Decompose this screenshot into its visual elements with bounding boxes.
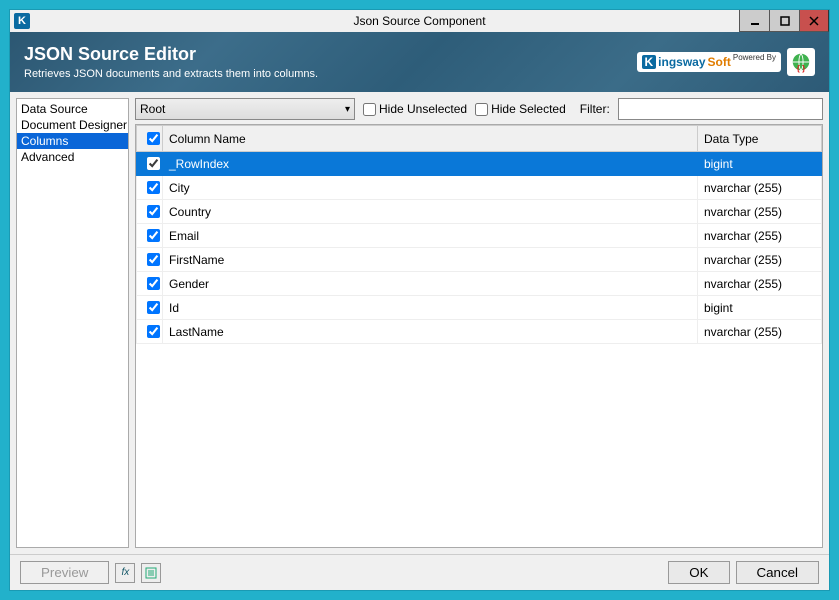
cell-column-name: LastName (163, 320, 698, 344)
header-data-type[interactable]: Data Type (698, 126, 822, 152)
footer: Preview fx OK Cancel (10, 554, 829, 590)
table-row[interactable]: Gendernvarchar (255) (137, 272, 822, 296)
row-checkbox[interactable] (147, 325, 160, 338)
cell-data-type: nvarchar (255) (698, 176, 822, 200)
dialog-window: K Json Source Component JSON Source Edit… (9, 9, 830, 591)
root-select[interactable]: Root ▾ (135, 98, 355, 120)
header-check-cell[interactable] (137, 126, 163, 152)
columns-grid: Column Name Data Type _RowIndexbigintCit… (135, 124, 823, 548)
page-subtitle: Retrieves JSON documents and extracts th… (24, 68, 318, 80)
row-checkbox[interactable] (147, 229, 160, 242)
app-icon: K (14, 13, 30, 29)
table-row[interactable]: Emailnvarchar (255) (137, 224, 822, 248)
table-row[interactable]: Citynvarchar (255) (137, 176, 822, 200)
cell-data-type: bigint (698, 296, 822, 320)
cell-data-type: bigint (698, 152, 822, 176)
globe-icon: { } (787, 48, 815, 76)
cell-column-name: Country (163, 200, 698, 224)
grid-header-row: Column Name Data Type (137, 126, 822, 152)
page-title: JSON Source Editor (24, 44, 318, 65)
expression-list-button[interactable] (141, 563, 161, 583)
cell-column-name: FirstName (163, 248, 698, 272)
table-row[interactable]: FirstNamenvarchar (255) (137, 248, 822, 272)
cell-data-type: nvarchar (255) (698, 272, 822, 296)
fx-button[interactable]: fx (115, 563, 135, 583)
row-checkbox[interactable] (147, 205, 160, 218)
ok-button[interactable]: OK (668, 561, 729, 584)
maximize-button[interactable] (769, 10, 799, 32)
header-band: JSON Source Editor Retrieves JSON docume… (10, 32, 829, 92)
brand-logo: KingswaySoft Powered By (637, 52, 782, 72)
cell-data-type: nvarchar (255) (698, 224, 822, 248)
sidebar-item-data-source[interactable]: Data Source (17, 101, 128, 117)
row-checkbox[interactable] (147, 181, 160, 194)
sidebar-item-document-designer[interactable]: Document Designer (17, 117, 128, 133)
header-column-name[interactable]: Column Name (163, 126, 698, 152)
cancel-button[interactable]: Cancel (736, 561, 820, 584)
maximize-icon (780, 16, 790, 26)
row-checkbox[interactable] (147, 157, 160, 170)
cell-column-name: _RowIndex (163, 152, 698, 176)
sidebar: Data SourceDocument DesignerColumnsAdvan… (16, 98, 129, 548)
chevron-down-icon: ▾ (345, 104, 350, 115)
minimize-icon (750, 16, 760, 26)
body-area: Data SourceDocument DesignerColumnsAdvan… (10, 92, 829, 554)
table-row[interactable]: LastNamenvarchar (255) (137, 320, 822, 344)
hide-unselected-label: Hide Unselected (379, 102, 467, 116)
preview-button[interactable]: Preview (20, 561, 109, 584)
hide-selected-option[interactable]: Hide Selected (475, 102, 566, 116)
cell-data-type: nvarchar (255) (698, 320, 822, 344)
row-checkbox[interactable] (147, 301, 160, 314)
table-row[interactable]: Countrynvarchar (255) (137, 200, 822, 224)
list-icon (145, 567, 157, 579)
cell-column-name: Id (163, 296, 698, 320)
hide-unselected-option[interactable]: Hide Unselected (363, 102, 467, 116)
sidebar-item-columns[interactable]: Columns (17, 133, 128, 149)
cell-data-type: nvarchar (255) (698, 200, 822, 224)
cell-column-name: City (163, 176, 698, 200)
toolbar: Root ▾ Hide Unselected Hide Selected Fil… (135, 98, 823, 120)
filter-label: Filter: (580, 102, 610, 116)
titlebar[interactable]: K Json Source Component (10, 10, 829, 32)
row-checkbox[interactable] (147, 253, 160, 266)
root-select-value: Root (140, 102, 165, 116)
cell-column-name: Gender (163, 272, 698, 296)
hide-unselected-checkbox[interactable] (363, 103, 376, 116)
hide-selected-label: Hide Selected (491, 102, 566, 116)
window-title: Json Source Component (10, 14, 829, 28)
cell-data-type: nvarchar (255) (698, 248, 822, 272)
table-row[interactable]: Idbigint (137, 296, 822, 320)
header-checkbox[interactable] (147, 132, 160, 145)
window-controls (739, 10, 829, 32)
row-checkbox[interactable] (147, 277, 160, 290)
close-icon (809, 16, 819, 26)
table-row[interactable]: _RowIndexbigint (137, 152, 822, 176)
fx-icon: fx (122, 567, 130, 578)
close-button[interactable] (799, 10, 829, 32)
cell-column-name: Email (163, 224, 698, 248)
sidebar-item-advanced[interactable]: Advanced (17, 149, 128, 165)
main-panel: Root ▾ Hide Unselected Hide Selected Fil… (135, 98, 823, 548)
svg-text:{ }: { } (797, 64, 807, 73)
filter-input[interactable] (618, 98, 823, 120)
hide-selected-checkbox[interactable] (475, 103, 488, 116)
minimize-button[interactable] (739, 10, 769, 32)
